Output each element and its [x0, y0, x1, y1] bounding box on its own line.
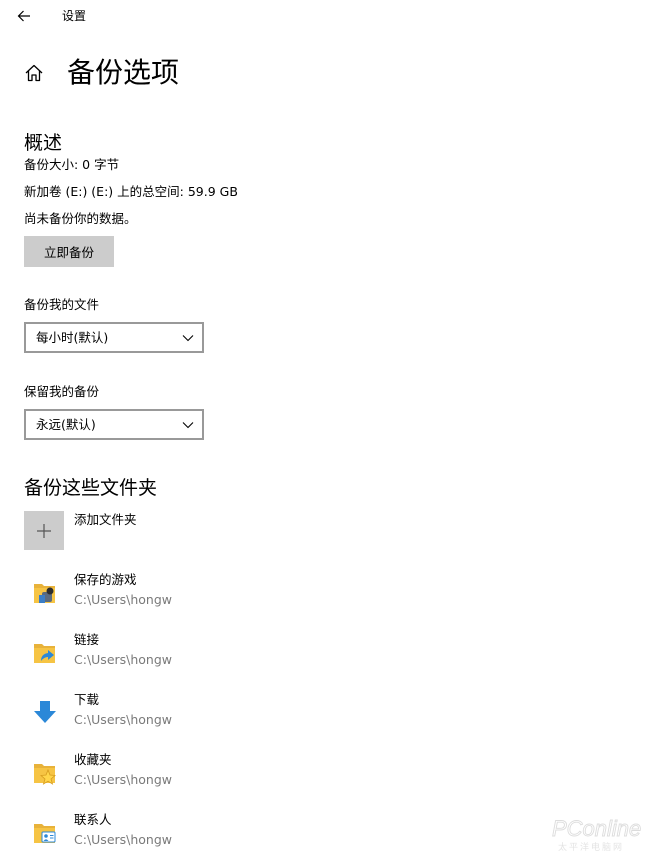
settings-window: 设置 备份选项 概述 备份大小: 0 字节 新加卷 (E:) (E:) 上的总空… — [0, 0, 662, 857]
contacts-folder-icon — [34, 824, 56, 843]
folders-heading: 备份这些文件夹 — [24, 477, 158, 499]
home-icon[interactable] — [24, 63, 44, 83]
backup-status-text: 尚未备份你的数据。 — [24, 211, 137, 226]
page-title: 备份选项 — [67, 56, 180, 89]
total-space-text: 新加卷 (E:) (E:) 上的总空间: 59.9 GB — [24, 184, 238, 199]
folder-item-saved-games[interactable]: 保存的游戏 C:\Users\hongw — [24, 571, 424, 615]
folder-item-links[interactable]: 链接 C:\Users\hongw — [24, 631, 424, 675]
svg-text:PConline: PConline — [552, 816, 641, 841]
title-bar: 设置 — [0, 0, 662, 32]
keep-backups-dropdown[interactable]: 永远(默认) — [24, 409, 204, 440]
backup-size-text: 备份大小: 0 字节 — [24, 157, 120, 172]
backup-frequency-value: 每小时(默认) — [36, 330, 109, 345]
folder-name: 下载 — [74, 692, 100, 707]
plus-icon — [37, 523, 51, 538]
folder-name: 联系人 — [74, 812, 112, 827]
window-title: 设置 — [62, 9, 87, 23]
add-folder-button[interactable] — [24, 511, 64, 550]
folder-path: C:\Users\hongw — [74, 652, 173, 667]
back-arrow-icon — [17, 10, 30, 22]
folder-item-downloads[interactable]: 下载 C:\Users\hongw — [24, 691, 424, 735]
folder-path: C:\Users\hongw — [74, 832, 173, 847]
chevron-down-icon — [182, 335, 194, 342]
favorites-folder-icon — [34, 764, 56, 785]
overview-heading: 概述 — [24, 132, 63, 154]
folder-name: 链接 — [74, 632, 100, 647]
backup-frequency-label: 备份我的文件 — [24, 297, 100, 312]
svg-text:太平洋电脑网: 太平洋电脑网 — [558, 841, 624, 853]
backup-frequency-dropdown[interactable]: 每小时(默认) — [24, 322, 204, 353]
saved-games-icon — [34, 584, 55, 603]
folder-path: C:\Users\hongw — [74, 772, 173, 787]
pconline-watermark-logo: PConline 太平洋电脑网 — [552, 816, 642, 853]
keep-backups-label: 保留我的备份 — [24, 384, 100, 399]
add-folder-label[interactable]: 添加文件夹 — [74, 511, 137, 529]
folder-item-contacts[interactable]: 联系人 C:\Users\hongw — [24, 811, 424, 855]
folder-name: 收藏夹 — [74, 752, 112, 767]
links-folder-icon — [34, 644, 55, 663]
keep-backups-value: 永远(默认) — [36, 417, 96, 432]
backup-now-button[interactable]: 立即备份 — [24, 236, 114, 267]
folder-item-favorites[interactable]: 收藏夹 C:\Users\hongw — [24, 751, 424, 795]
folder-name: 保存的游戏 — [74, 572, 137, 587]
folder-path: C:\Users\hongw — [74, 712, 173, 727]
back-button[interactable] — [12, 4, 36, 28]
chevron-down-icon — [182, 422, 194, 429]
folder-path: C:\Users\hongw — [74, 592, 173, 607]
downloads-arrow-icon — [34, 701, 56, 723]
